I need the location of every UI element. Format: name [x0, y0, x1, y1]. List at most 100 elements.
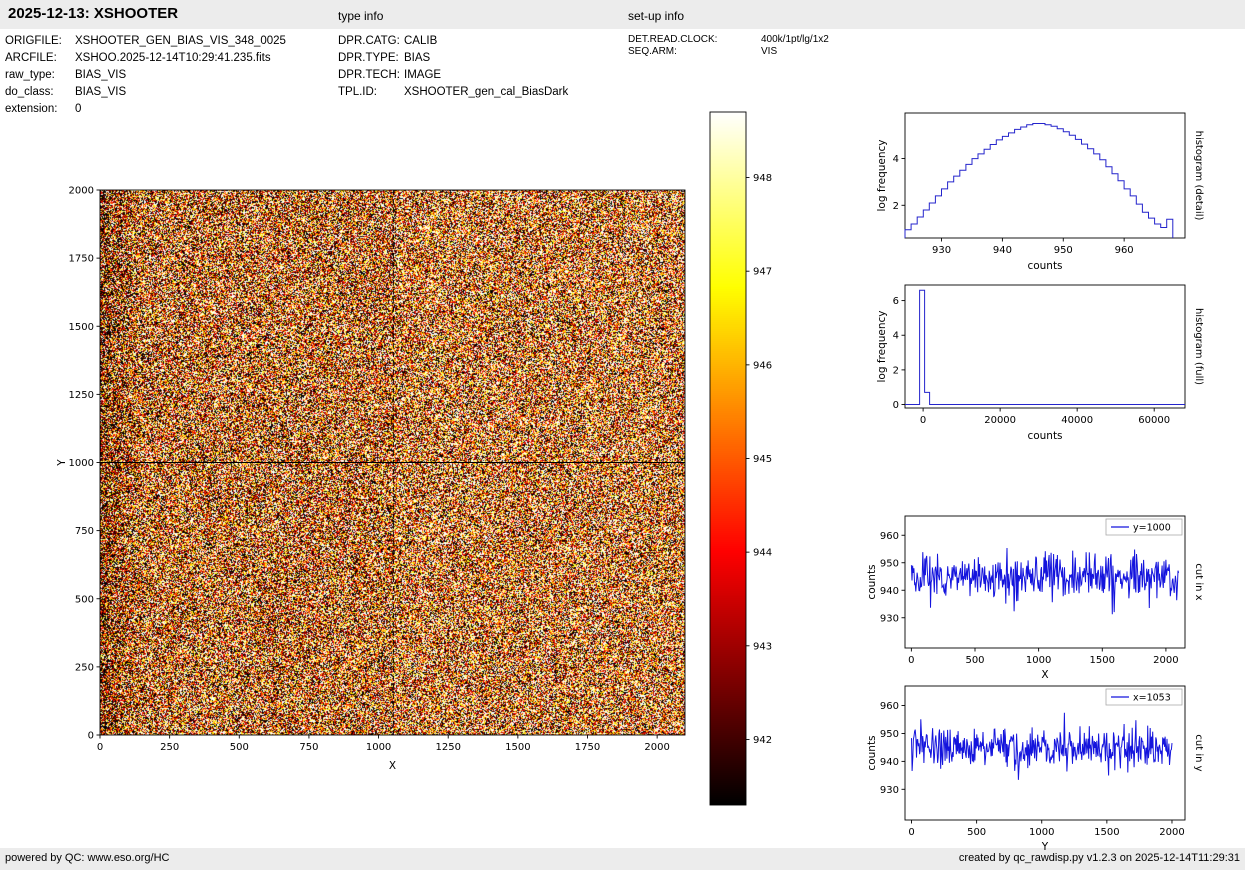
svg-text:946: 946: [753, 360, 772, 371]
meta-label: DET.READ.CLOCK:: [628, 34, 718, 45]
svg-text:counts: counts: [866, 735, 878, 770]
meta-label: extension:: [5, 103, 58, 115]
meta-label: DPR.TECH:: [338, 69, 400, 81]
svg-text:1500: 1500: [1094, 827, 1119, 838]
svg-text:log frequency: log frequency: [876, 310, 888, 382]
svg-text:0: 0: [88, 731, 94, 742]
svg-text:2000: 2000: [1159, 827, 1184, 838]
svg-text:x=1053: x=1053: [1133, 693, 1171, 704]
meta-value: BIAS: [404, 52, 431, 64]
meta-row-origfile: ORIGFILE: XSHOOTER_GEN_BIAS_VIS_348_0025: [5, 33, 286, 50]
svg-text:log frequency: log frequency: [876, 139, 888, 211]
meta-row-dprtech: DPR.TECH: IMAGE: [338, 67, 568, 84]
meta-label: SEQ.ARM:: [628, 45, 677, 57]
meta-row-extension: extension: 0: [5, 101, 286, 118]
svg-text:4: 4: [893, 331, 899, 342]
setup-info-heading: set-up info: [628, 9, 685, 23]
svg-text:1250: 1250: [69, 390, 94, 401]
svg-text:1000: 1000: [1029, 827, 1054, 838]
type-info-block: DPR.CATG: CALIB DPR.TYPE: BIAS DPR.TECH: IM…: [338, 33, 568, 101]
svg-text:947: 947: [753, 267, 772, 278]
type-info-heading: type info: [338, 9, 384, 23]
svg-text:943: 943: [753, 641, 772, 652]
svg-text:250: 250: [160, 742, 179, 753]
svg-text:2: 2: [893, 201, 899, 212]
svg-text:6: 6: [893, 296, 899, 307]
meta-value: BIAS_VIS: [75, 69, 127, 81]
meta-value: 0: [75, 103, 82, 115]
meta-value: XSHOO.2025-12-14T10:29:41.235.fits: [75, 52, 271, 64]
qc-report-page: 2025-12-13: XSHOOTER type info set-up in…: [0, 0, 1245, 870]
svg-text:2: 2: [893, 365, 899, 376]
svg-text:0: 0: [893, 400, 899, 411]
meta-value: BIAS_VIS: [75, 86, 127, 98]
svg-text:930: 930: [880, 785, 899, 796]
meta-value: VIS: [761, 45, 778, 57]
svg-text:0: 0: [920, 415, 926, 426]
svg-text:250: 250: [75, 662, 94, 673]
svg-text:1500: 1500: [69, 322, 94, 333]
meta-label: do_class:: [5, 86, 54, 98]
svg-text:1000: 1000: [366, 742, 391, 753]
svg-text:0: 0: [908, 827, 914, 838]
meta-value: XSHOOTER_gen_cal_BiasDark: [404, 86, 569, 98]
meta-row-rawtype: raw_type: BIAS_VIS: [5, 67, 286, 84]
svg-text:950: 950: [880, 558, 899, 569]
svg-text:cut in y: cut in y: [1193, 734, 1204, 771]
svg-text:2000: 2000: [69, 186, 94, 197]
svg-text:930: 930: [932, 245, 951, 256]
colorbar-gradient: [710, 112, 746, 805]
bias-frame-image: [100, 190, 685, 735]
svg-text:y=1000: y=1000: [1133, 523, 1171, 534]
meta-row-seqarm: SEQ.ARM: VIS: [628, 46, 829, 58]
svg-text:X: X: [389, 760, 396, 772]
meta-row-doclass: do_class: BIAS_VIS: [5, 84, 286, 101]
svg-text:20000: 20000: [984, 415, 1016, 426]
svg-text:500: 500: [75, 594, 94, 605]
file-metadata-block: ORIGFILE: XSHOOTER_GEN_BIAS_VIS_348_0025 …: [5, 33, 286, 118]
svg-text:Y: Y: [56, 459, 68, 467]
svg-text:942: 942: [753, 735, 772, 746]
footer-created-by: created by qc_rawdisp.py v1.2.3 on 2025-…: [958, 852, 1240, 864]
svg-text:940: 940: [880, 757, 899, 768]
svg-text:histogram (full): histogram (full): [1193, 308, 1204, 385]
svg-text:2000: 2000: [644, 742, 669, 753]
svg-text:40000: 40000: [1061, 415, 1093, 426]
svg-text:1500: 1500: [505, 742, 530, 753]
svg-text:930: 930: [880, 613, 899, 624]
header-bar: 2025-12-13: XSHOOTER type info set-up in…: [0, 0, 1245, 29]
meta-label: raw_type:: [5, 69, 55, 81]
svg-text:4: 4: [893, 154, 899, 165]
svg-text:950: 950: [880, 729, 899, 740]
svg-text:counts: counts: [1027, 260, 1062, 272]
svg-text:1250: 1250: [435, 742, 460, 753]
svg-text:960: 960: [1115, 245, 1134, 256]
svg-text:1000: 1000: [69, 458, 94, 469]
meta-row-arcfile: ARCFILE: XSHOO.2025-12-14T10:29:41.235.fi…: [5, 50, 286, 67]
page-title: 2025-12-13: XSHOOTER: [8, 5, 179, 22]
svg-text:X: X: [1041, 669, 1048, 681]
svg-text:945: 945: [753, 454, 772, 465]
svg-text:960: 960: [880, 701, 899, 712]
svg-text:counts: counts: [1027, 430, 1062, 442]
svg-text:0: 0: [97, 742, 103, 753]
svg-text:500: 500: [965, 655, 984, 666]
meta-row-tplid: TPL.ID: XSHOOTER_gen_cal_BiasDark: [338, 84, 568, 101]
svg-text:cut in x: cut in x: [1193, 563, 1204, 600]
meta-row-readclock: DET.READ.CLOCK: 400k/1pt/lg/1x2: [628, 34, 829, 46]
meta-value: IMAGE: [404, 69, 442, 81]
svg-text:750: 750: [299, 742, 318, 753]
svg-text:0: 0: [908, 655, 914, 666]
meta-row-dprcatg: DPR.CATG: CALIB: [338, 33, 568, 50]
svg-text:60000: 60000: [1138, 415, 1170, 426]
svg-text:948: 948: [753, 173, 772, 184]
svg-text:940: 940: [880, 586, 899, 597]
meta-value: 400k/1pt/lg/1x2: [761, 34, 829, 45]
meta-value: CALIB: [404, 35, 438, 47]
svg-text:750: 750: [75, 526, 94, 537]
svg-text:counts: counts: [866, 564, 878, 599]
svg-text:1500: 1500: [1090, 655, 1115, 666]
footer-bar: powered by QC: www.eso.org/HC created by…: [0, 848, 1245, 870]
meta-label: ARCFILE:: [5, 52, 57, 64]
meta-value: XSHOOTER_GEN_BIAS_VIS_348_0025: [75, 35, 286, 47]
